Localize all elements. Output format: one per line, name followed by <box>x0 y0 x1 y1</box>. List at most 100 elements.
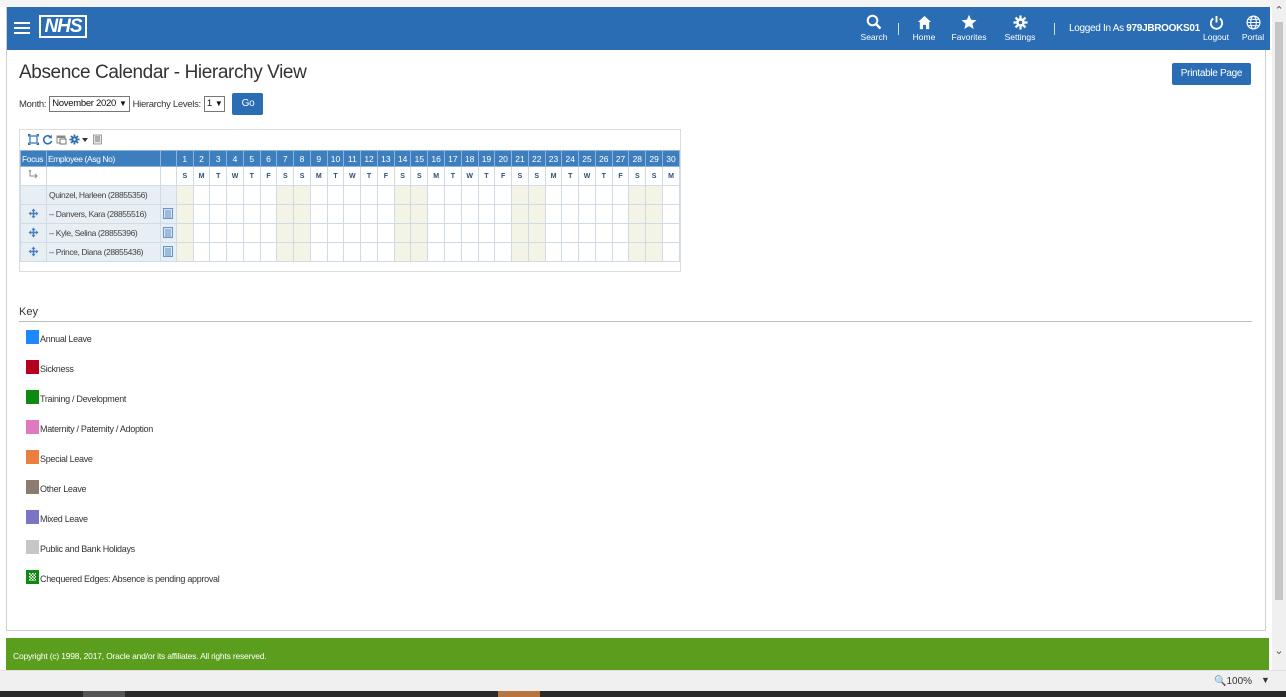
day-cell[interactable] <box>242 204 261 224</box>
day-cell[interactable] <box>661 204 681 224</box>
day-cell[interactable] <box>578 185 596 205</box>
logout-button[interactable]: Logout <box>1201 12 1231 42</box>
day-cell[interactable] <box>645 242 663 262</box>
expand-icon[interactable] <box>27 134 39 146</box>
day-cell[interactable] <box>645 223 663 243</box>
day-cell[interactable] <box>645 185 663 205</box>
day-cell[interactable] <box>343 204 362 224</box>
day-cell[interactable] <box>594 223 613 243</box>
day-cell[interactable] <box>175 185 194 205</box>
day-cell[interactable] <box>544 185 563 205</box>
day-cell[interactable] <box>611 223 630 243</box>
focus-icon[interactable] <box>20 242 47 262</box>
day-cell[interactable] <box>427 242 446 262</box>
day-cell[interactable] <box>628 204 647 224</box>
settings-button[interactable]: Settings <box>1001 12 1039 42</box>
day-cell[interactable] <box>309 242 328 262</box>
hierarchy-levels-select[interactable]: 1 ▼ <box>203 96 226 112</box>
day-cell[interactable] <box>594 185 613 205</box>
day-cell[interactable] <box>611 242 630 262</box>
taskbar-item[interactable] <box>498 691 540 697</box>
details-icon[interactable] <box>159 204 177 224</box>
day-cell[interactable] <box>343 185 362 205</box>
day-cell[interactable] <box>326 223 345 243</box>
day-cell[interactable] <box>209 185 228 205</box>
day-cell[interactable] <box>326 204 345 224</box>
day-cell[interactable] <box>276 204 295 224</box>
day-cell[interactable] <box>611 185 630 205</box>
day-cell[interactable] <box>460 242 479 262</box>
nhs-logo[interactable]: NHS <box>39 15 87 38</box>
day-cell[interactable] <box>326 242 345 262</box>
day-cell[interactable] <box>628 185 647 205</box>
day-cell[interactable] <box>494 242 513 262</box>
day-cell[interactable] <box>293 223 311 243</box>
day-cell[interactable] <box>343 223 362 243</box>
day-cell[interactable] <box>175 242 194 262</box>
scrollbar-thumb[interactable] <box>1275 22 1283 600</box>
day-cell[interactable] <box>226 204 244 224</box>
day-cell[interactable] <box>511 223 529 243</box>
day-cell[interactable] <box>259 223 278 243</box>
day-cell[interactable] <box>477 185 496 205</box>
day-cell[interactable] <box>226 242 244 262</box>
day-cell[interactable] <box>645 204 663 224</box>
day-cell[interactable] <box>343 242 362 262</box>
day-cell[interactable] <box>226 223 244 243</box>
day-cell[interactable] <box>393 242 412 262</box>
day-cell[interactable] <box>544 242 563 262</box>
day-cell[interactable] <box>360 204 378 224</box>
go-button[interactable]: Go <box>232 93 264 115</box>
day-cell[interactable] <box>594 204 613 224</box>
day-cell[interactable] <box>594 242 613 262</box>
day-cell[interactable] <box>444 185 462 205</box>
day-cell[interactable] <box>477 242 496 262</box>
day-cell[interactable] <box>175 204 194 224</box>
day-cell[interactable] <box>561 204 580 224</box>
day-cell[interactable] <box>276 185 295 205</box>
day-cell[interactable] <box>494 185 513 205</box>
day-cell[interactable] <box>326 185 345 205</box>
day-cell[interactable] <box>209 204 228 224</box>
day-cell[interactable] <box>259 242 278 262</box>
day-cell[interactable] <box>226 185 244 205</box>
day-cell[interactable] <box>376 242 395 262</box>
day-cell[interactable] <box>427 185 446 205</box>
details-icon[interactable] <box>159 223 177 243</box>
day-cell[interactable] <box>259 204 278 224</box>
day-cell[interactable] <box>309 204 328 224</box>
day-cell[interactable] <box>578 204 596 224</box>
hierarchy-up-icon[interactable] <box>20 166 47 186</box>
day-cell[interactable] <box>494 223 513 243</box>
settings-menu-icon[interactable] <box>69 134 89 146</box>
day-cell[interactable] <box>259 185 278 205</box>
day-cell[interactable] <box>661 242 681 262</box>
detach-icon[interactable] <box>55 134 67 146</box>
day-cell[interactable] <box>360 223 378 243</box>
day-cell[interactable] <box>494 204 513 224</box>
zoom-level[interactable]: 🔍100% <box>1214 676 1252 687</box>
day-cell[interactable] <box>444 223 462 243</box>
printable-page-button[interactable]: Printable Page <box>1172 63 1251 85</box>
menu-icon[interactable] <box>14 19 30 35</box>
day-cell[interactable] <box>410 242 429 262</box>
day-cell[interactable] <box>209 223 228 243</box>
day-cell[interactable] <box>527 242 546 262</box>
day-cell[interactable] <box>460 223 479 243</box>
day-cell[interactable] <box>661 185 681 205</box>
day-cell[interactable] <box>376 223 395 243</box>
day-cell[interactable] <box>393 223 412 243</box>
day-cell[interactable] <box>242 185 261 205</box>
day-cell[interactable] <box>276 242 295 262</box>
list-icon[interactable] <box>91 134 103 146</box>
day-cell[interactable] <box>376 204 395 224</box>
day-cell[interactable] <box>561 242 580 262</box>
day-cell[interactable] <box>192 185 211 205</box>
taskbar-item[interactable] <box>83 691 125 697</box>
day-cell[interactable] <box>511 242 529 262</box>
month-select[interactable]: November 2020 ▼ <box>49 96 130 112</box>
search-button[interactable]: Search <box>858 12 890 42</box>
day-cell[interactable] <box>544 204 563 224</box>
focus-icon[interactable] <box>20 204 47 224</box>
day-cell[interactable] <box>628 242 647 262</box>
